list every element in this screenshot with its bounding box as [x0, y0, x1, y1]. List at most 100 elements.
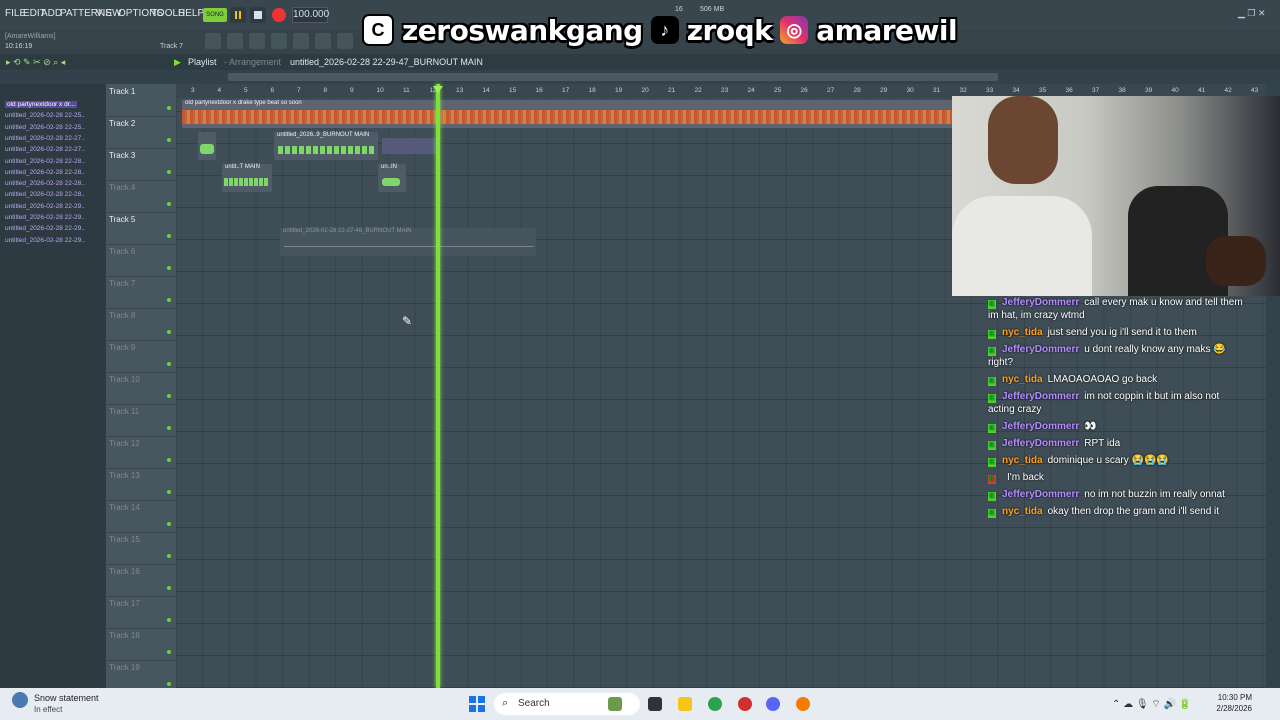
tray-icons[interactable]: ⌃ ☁ 🎙 ⌔ 🔊 🔋 [1112, 698, 1191, 711]
browser-item[interactable]: untitled_2026-02-28 22-28.. [5, 169, 85, 176]
track-mute-led[interactable] [167, 106, 171, 110]
clip-small[interactable] [198, 132, 216, 160]
track-mute-led[interactable] [167, 650, 171, 654]
channel-rack-icon[interactable] [249, 33, 265, 49]
playhead-marker-icon[interactable] [433, 86, 443, 93]
browser-item[interactable]: untitled_2026-02-28 22-29.. [5, 237, 85, 244]
track-mute-led[interactable] [167, 170, 171, 174]
track-mute-led[interactable] [167, 618, 171, 622]
browser-item[interactable]: untitled_2026-02-28 22-29.. [5, 214, 85, 221]
task-view-icon[interactable] [648, 697, 662, 711]
track-header[interactable]: Track 9 [106, 340, 176, 373]
plugin-icon[interactable] [315, 33, 331, 49]
menu-help[interactable]: HELP [178, 8, 204, 19]
browser-item[interactable]: untitled_2026-02-28 22-28.. [5, 191, 85, 198]
clip-muted[interactable]: untitled_2026-02-28 22-27-46_BURNOUT MAI… [280, 228, 536, 256]
app-icon[interactable] [738, 697, 752, 711]
track-header[interactable]: Track 10 [106, 372, 176, 405]
piano-roll-icon[interactable] [227, 33, 243, 49]
track-mute-led[interactable] [167, 426, 171, 430]
track-mute-led[interactable] [167, 586, 171, 590]
clip-burnout-2[interactable]: untit..T MAIN [222, 164, 272, 192]
browser-item[interactable]: untitled_2026-02-28 22-28.. [5, 158, 85, 165]
track-mute-led[interactable] [167, 682, 171, 686]
tray-time[interactable]: 10:30 PM [1212, 693, 1252, 702]
tray-date[interactable]: 2/28/2026 [1212, 704, 1252, 713]
playlist-toolbar-icons[interactable]: ▸ ⟲ ✎ ✂ ⊘ ⌕ ◂ [6, 57, 65, 68]
browser-item[interactable]: untitled_2026-02-28 22-27.. [5, 135, 85, 142]
browser-item[interactable]: untitled_2026-02-28 22-28.. [5, 180, 85, 187]
track-mute-led[interactable] [167, 330, 171, 334]
menu-add[interactable]: ADD [41, 8, 62, 19]
track-mute-led[interactable] [167, 490, 171, 494]
search-highlight-icon[interactable] [608, 697, 622, 711]
song-mode-toggle[interactable]: SONG [203, 8, 227, 22]
browser-item[interactable]: untitled_2026-02-28 22-29.. [5, 225, 85, 232]
playhead[interactable] [436, 84, 440, 688]
track-mute-led[interactable] [167, 202, 171, 206]
track-mute-led[interactable] [167, 138, 171, 142]
track-header[interactable]: Track 7 [106, 276, 176, 309]
chat-text: I'm back [1007, 472, 1044, 483]
browser-item[interactable]: untitled_2026-02-28 22-29.. [5, 203, 85, 210]
browser-icon[interactable] [293, 33, 309, 49]
track-mute-led[interactable] [167, 362, 171, 366]
current-pattern[interactable]: untitled_2026-02-28 22-29-47_BURNOUT MAI… [290, 57, 483, 67]
discord-icon[interactable] [766, 697, 780, 711]
weather-title[interactable]: Snow statement [34, 693, 99, 703]
track-header[interactable]: Track 16 [106, 564, 176, 597]
track-mute-led[interactable] [167, 554, 171, 558]
track-header[interactable]: Track 2 [106, 116, 176, 149]
track-mute-led[interactable] [167, 266, 171, 270]
clip-burnout-3[interactable]: un..IN [378, 164, 406, 192]
file-explorer-icon[interactable] [678, 697, 692, 711]
browser-item[interactable]: untitled_2026-02-28 22-25.. [5, 124, 85, 131]
browser-item[interactable]: old partynextdoor x dr... [5, 101, 77, 108]
record-button[interactable] [271, 7, 287, 23]
fl-studio-icon[interactable] [796, 697, 810, 711]
clip-beat[interactable]: old partynextdoor x drake type beat so s… [182, 100, 952, 128]
browser-item[interactable]: untitled_2026-02-28 22-27.. [5, 146, 85, 153]
track-header[interactable]: Track 4 [106, 180, 176, 213]
horizontal-scrollbar[interactable] [228, 73, 998, 81]
tempo-display[interactable]: 100.000 [292, 7, 329, 23]
stop-button[interactable] [250, 7, 266, 23]
browser-item[interactable]: untitled_2026-02-28 22-25.. [5, 112, 85, 119]
track-header[interactable]: Track 17 [106, 596, 176, 629]
track-header[interactable]: Track 6 [106, 244, 176, 277]
track-header[interactable]: Track 8 [106, 308, 176, 341]
ruler-bar-number: 38 [1118, 87, 1126, 94]
track-name: Track 6 [109, 247, 136, 256]
chrome-icon[interactable] [708, 697, 722, 711]
track-header[interactable]: Track 11 [106, 404, 176, 437]
clip-burnout-1[interactable]: untitled_2026..9_BURNOUT MAIN [274, 132, 378, 160]
track-header[interactable]: Track 5 [106, 212, 176, 245]
track-mute-led[interactable] [167, 394, 171, 398]
chat-message: K JefferyDommerr im not coppin it but im a… [988, 390, 1243, 416]
chat-message: Knyc_tida just send you ig i'll send it t… [988, 326, 1243, 339]
start-button[interactable] [469, 696, 485, 712]
track-header[interactable]: Track 3 [106, 148, 176, 181]
window-controls[interactable]: ▁ ❐ ✕ [1238, 8, 1266, 19]
track-header[interactable]: Track 15 [106, 532, 176, 565]
chat-username: JefferyDommerr [1002, 391, 1080, 402]
track-mute-led[interactable] [167, 522, 171, 526]
instagram-icon: ◎ [780, 16, 809, 44]
track-mute-led[interactable] [167, 298, 171, 302]
ruler-bar-number: 37 [1092, 87, 1100, 94]
track-header[interactable]: Track 1 [106, 84, 176, 117]
track-header[interactable]: Track 12 [106, 436, 176, 469]
playlist-menu-icon[interactable]: ▶ [174, 57, 181, 68]
track-name: Track 7 [109, 279, 136, 288]
track-mute-led[interactable] [167, 234, 171, 238]
mic-icon[interactable] [337, 33, 353, 49]
clip-faded[interactable] [382, 138, 438, 154]
track-mute-led[interactable] [167, 458, 171, 462]
track-header[interactable]: Track 14 [106, 500, 176, 533]
playlist-view-icon[interactable] [205, 33, 221, 49]
track-header[interactable]: Track 13 [106, 468, 176, 501]
mixer-icon[interactable] [271, 33, 287, 49]
track-header[interactable]: Track 18 [106, 628, 176, 661]
weather-icon[interactable] [12, 692, 28, 708]
pause-button[interactable] [230, 7, 246, 23]
